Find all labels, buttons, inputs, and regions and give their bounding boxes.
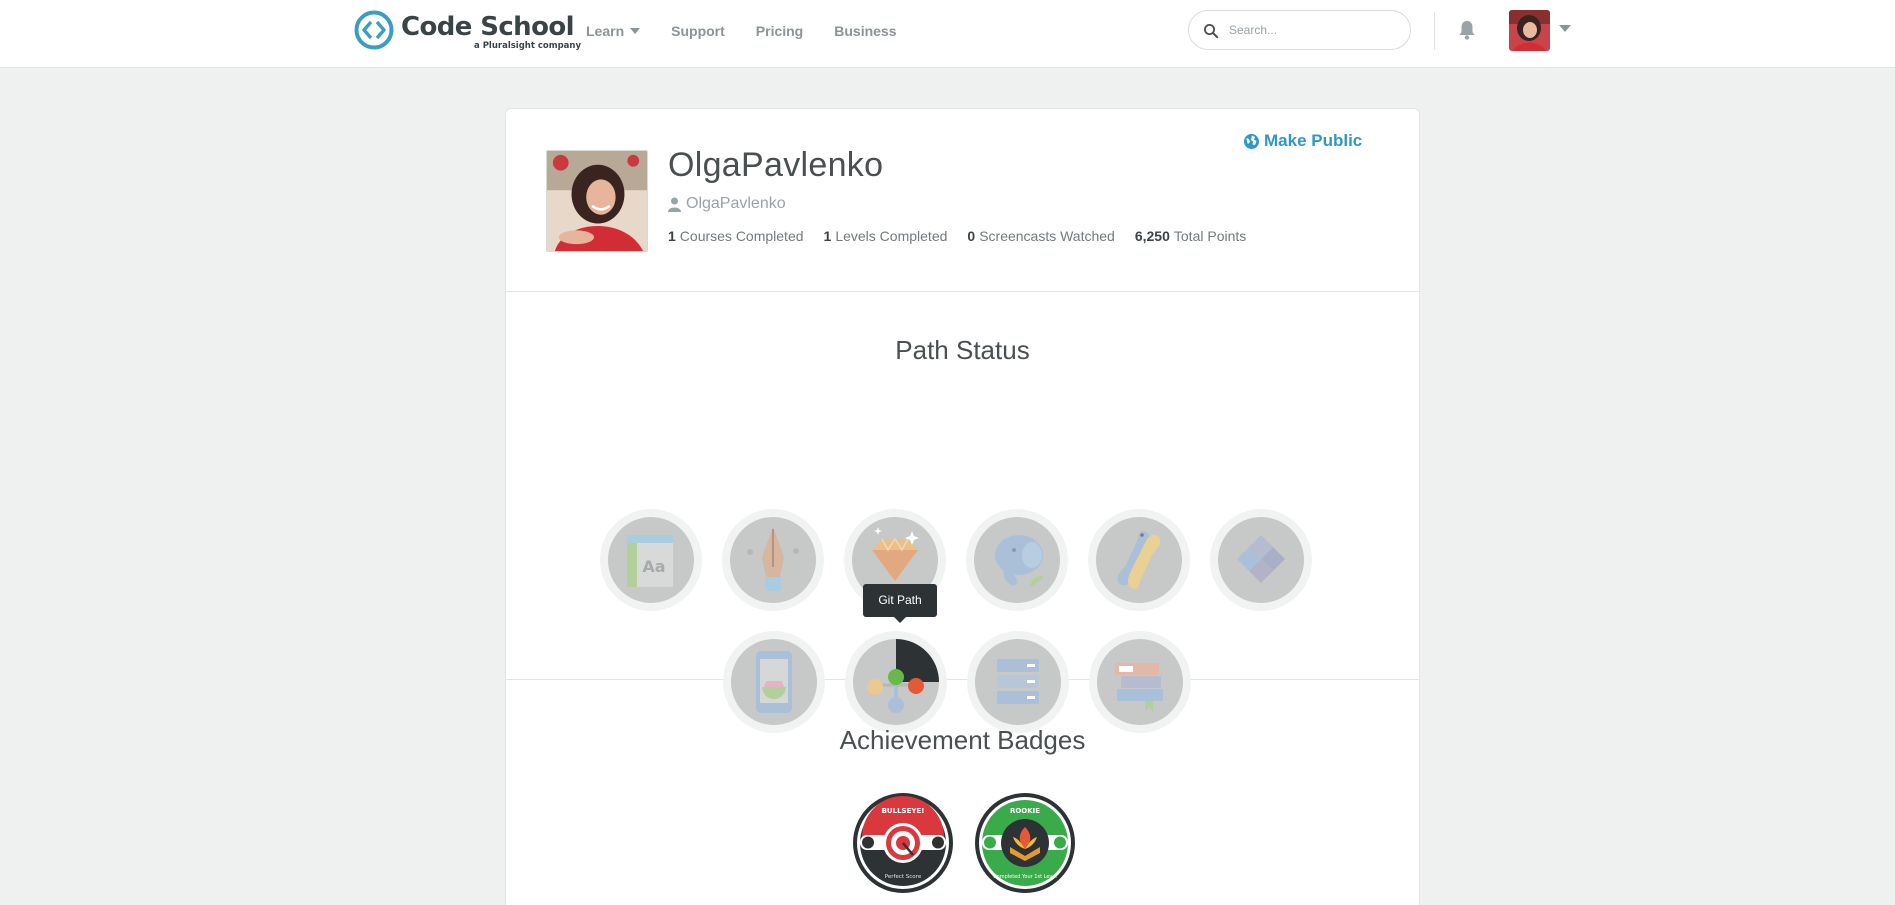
nav-support[interactable]: Support	[671, 23, 725, 39]
profile-stats: 1 Courses Completed 1 Levels Completed 0 Sc…	[668, 228, 1266, 244]
user-photo	[1509, 10, 1550, 51]
javascript-path-icon[interactable]	[1210, 509, 1312, 611]
chevron-down-icon	[630, 28, 641, 34]
stat-courses-completed: 1 Courses Completed	[668, 228, 804, 244]
profile-username: OlgaPavlenko	[668, 195, 786, 213]
stat-value: 1	[823, 228, 832, 244]
stat-label: Total Points	[1173, 228, 1247, 244]
stat-levels-completed: 1 Levels Completed	[824, 228, 948, 244]
path-status-title: Path Status	[895, 335, 1030, 365]
user-icon	[668, 197, 681, 212]
logo-subtitle: a Pluralsight company	[474, 41, 582, 51]
badge-name: BULLSEYE!	[882, 807, 925, 815]
python-path-icon[interactable]	[1088, 509, 1190, 611]
search-box	[1188, 10, 1411, 50]
badge-rookie[interactable]: ROOKIE Completed Your 1st Level	[973, 791, 1077, 895]
rookie-badge-icon: ROOKIE Completed Your 1st Level	[975, 793, 1075, 893]
nav-learn[interactable]: Learn	[586, 23, 641, 39]
bullseye-badge-icon: BULLSEYE! Perfect Score	[853, 793, 953, 893]
nav-business[interactable]: Business	[834, 23, 896, 39]
code-school-logo[interactable]: Code School a Pluralsight company	[354, 9, 581, 53]
stat-total-points: 6,250 Total Points	[1135, 228, 1246, 244]
code-school-logo-icon	[354, 10, 394, 50]
stat-value: 1	[668, 228, 676, 244]
nav-support-label: Support	[671, 23, 725, 39]
search-icon[interactable]	[1203, 23, 1219, 39]
globe-icon	[1244, 133, 1259, 149]
stat-label: Levels Completed	[835, 228, 948, 244]
nav-pricing-label: Pricing	[755, 23, 804, 39]
stat-label: Courses Completed	[679, 228, 804, 244]
profile-card: OlgaPavlenko OlgaPavlenko 1 Courses Compl…	[505, 108, 1420, 905]
user-photo	[547, 151, 647, 251]
badge-caption: Perfect Score	[885, 874, 922, 880]
bell-icon[interactable]	[1458, 19, 1476, 41]
badge-name: ROOKIE	[1010, 807, 1040, 815]
header-divider	[1434, 12, 1435, 50]
main-nav: Learn Support Pricing Business	[586, 21, 928, 41]
badge-bullseye[interactable]: BULLSEYE! Perfect Score	[851, 791, 955, 895]
path-status-section: Path Status Aa Git Path	[506, 293, 1419, 733]
profile-avatar	[546, 150, 648, 252]
username-text: OlgaPavlenko	[686, 195, 786, 212]
stat-value: 6,250	[1134, 228, 1170, 244]
pen-path-icon[interactable]	[722, 509, 824, 611]
stat-label: Screencasts Watched	[979, 228, 1115, 244]
php-elephant-path-icon[interactable]	[966, 509, 1068, 611]
git-path-tooltip: Git Path	[863, 584, 937, 623]
nav-business-label: Business	[834, 23, 897, 39]
profile-header: OlgaPavlenko OlgaPavlenko 1 Courses Compl…	[506, 109, 1419, 292]
chevron-down-icon[interactable]	[1559, 25, 1571, 32]
achievement-badges-title: Achievement Badges	[839, 725, 1086, 755]
logo-title: Code School	[401, 12, 575, 42]
path-glyph: Aa	[642, 557, 665, 576]
stat-screencasts-watched: 0 Screencasts Watched	[967, 228, 1114, 244]
nav-learn-label: Learn	[586, 23, 625, 39]
nav-pricing[interactable]: Pricing	[756, 23, 803, 39]
top-navigation-bar: Code School a Pluralsight company Learn …	[0, 0, 1895, 68]
html-css-path-icon[interactable]: Aa	[600, 509, 702, 611]
make-public-button[interactable]: Make Public	[1243, 131, 1362, 151]
make-public-label: Make Public	[1264, 131, 1363, 150]
avatar[interactable]	[1509, 10, 1550, 51]
stat-value: 0	[967, 228, 976, 244]
achievement-badges-section: Achievement Badges BULLSEYE! Perfect Sco…	[506, 681, 1419, 905]
profile-name: OlgaPavlenko	[668, 146, 884, 184]
badge-caption: Completed Your 1st Level	[993, 874, 1057, 880]
search-input[interactable]	[1229, 20, 1399, 40]
